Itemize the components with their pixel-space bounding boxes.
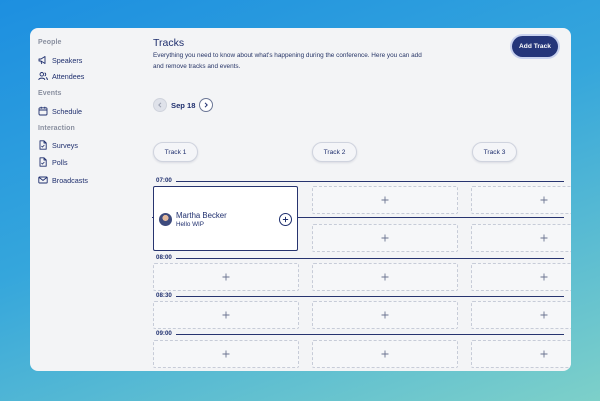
- event-speaker-name: Martha Becker: [176, 211, 227, 220]
- megaphone-icon: [38, 56, 46, 65]
- empty-slot[interactable]: [471, 224, 571, 252]
- time-divider: [152, 334, 564, 335]
- next-date-button[interactable]: [199, 98, 214, 112]
- time-divider: [152, 296, 564, 297]
- mail-icon: [38, 176, 48, 184]
- empty-slot[interactable]: [153, 340, 299, 368]
- chevron-right-icon: [205, 102, 209, 108]
- sidebar-item-label: Polls: [52, 157, 68, 167]
- document-icon: [39, 140, 47, 150]
- plus-icon: [381, 350, 389, 358]
- time-label: 08:00: [152, 254, 176, 261]
- sidebar-item-attendees[interactable]: Attendees: [38, 70, 84, 82]
- time-divider: [152, 258, 564, 259]
- sidebar-item-label: Schedule: [52, 106, 82, 116]
- sidebar-item-label: Broadcasts: [52, 175, 88, 185]
- plus-icon: [381, 234, 389, 242]
- main-content: Tracks Everything you need to know about…: [152, 28, 571, 371]
- chevron-left-icon: [158, 102, 162, 108]
- empty-slot[interactable]: [312, 263, 458, 291]
- sidebar-item-label: Speakers: [52, 55, 83, 65]
- sidebar-item-broadcasts[interactable]: Broadcasts: [38, 174, 88, 186]
- page-description: Everything you need to know about what's…: [153, 52, 422, 70]
- plus-icon: [540, 196, 548, 204]
- avatar: [159, 213, 172, 226]
- empty-slot[interactable]: [312, 186, 458, 214]
- plus-icon: [282, 216, 289, 223]
- sidebar: People Speakers Attendees Events Schedul…: [30, 28, 140, 371]
- sidebar-item-surveys[interactable]: Surveys: [38, 139, 78, 151]
- plus-icon: [540, 350, 548, 358]
- app-window: People Speakers Attendees Events Schedul…: [30, 28, 571, 371]
- plus-icon: [381, 311, 389, 319]
- plus-icon: [222, 273, 230, 281]
- time-divider: [152, 181, 564, 182]
- section-title-events: Events: [38, 90, 62, 97]
- empty-slot[interactable]: [153, 263, 299, 291]
- sidebar-item-label: Attendees: [52, 71, 85, 81]
- track-header-2[interactable]: Track 2: [312, 142, 357, 162]
- empty-slot[interactable]: [312, 340, 458, 368]
- empty-slot[interactable]: [153, 301, 299, 329]
- sidebar-item-polls[interactable]: Polls: [38, 156, 68, 168]
- plus-icon: [540, 234, 548, 242]
- sidebar-item-label: Surveys: [52, 140, 78, 150]
- empty-slot[interactable]: [471, 263, 571, 291]
- plus-icon: [381, 196, 389, 204]
- time-label: 08:30: [152, 292, 176, 299]
- current-date: Sep 18: [171, 100, 196, 110]
- empty-slot[interactable]: [471, 340, 571, 368]
- event-card[interactable]: Martha Becker Hello WIP: [153, 186, 298, 251]
- event-subtitle: Hello WIP: [176, 221, 204, 228]
- add-event-button[interactable]: [279, 213, 292, 226]
- empty-slot[interactable]: [471, 301, 571, 329]
- sidebar-item-schedule[interactable]: Schedule: [38, 105, 82, 117]
- page-title: Tracks: [153, 37, 185, 49]
- plus-icon: [222, 350, 230, 358]
- sidebar-item-speakers[interactable]: Speakers: [38, 54, 82, 66]
- empty-slot[interactable]: [312, 224, 458, 252]
- add-track-button[interactable]: Add Track: [512, 36, 558, 57]
- section-title-interaction: Interaction: [38, 125, 75, 132]
- calendar-icon: [38, 106, 48, 116]
- time-label: 07:00: [152, 177, 176, 184]
- plus-icon: [540, 311, 548, 319]
- track-header-1[interactable]: Track 1: [153, 142, 198, 162]
- time-label: 09:00: [152, 330, 176, 337]
- section-title-people: People: [38, 39, 62, 46]
- users-icon: [38, 72, 48, 81]
- track-header-3[interactable]: Track 3: [472, 142, 517, 162]
- document-icon: [39, 157, 47, 167]
- plus-icon: [381, 273, 389, 281]
- previous-date-button[interactable]: [153, 98, 167, 112]
- plus-icon: [222, 311, 230, 319]
- plus-icon: [540, 273, 548, 281]
- empty-slot[interactable]: [471, 186, 571, 214]
- empty-slot[interactable]: [312, 301, 458, 329]
- date-navigator: Sep 18: [153, 98, 214, 112]
